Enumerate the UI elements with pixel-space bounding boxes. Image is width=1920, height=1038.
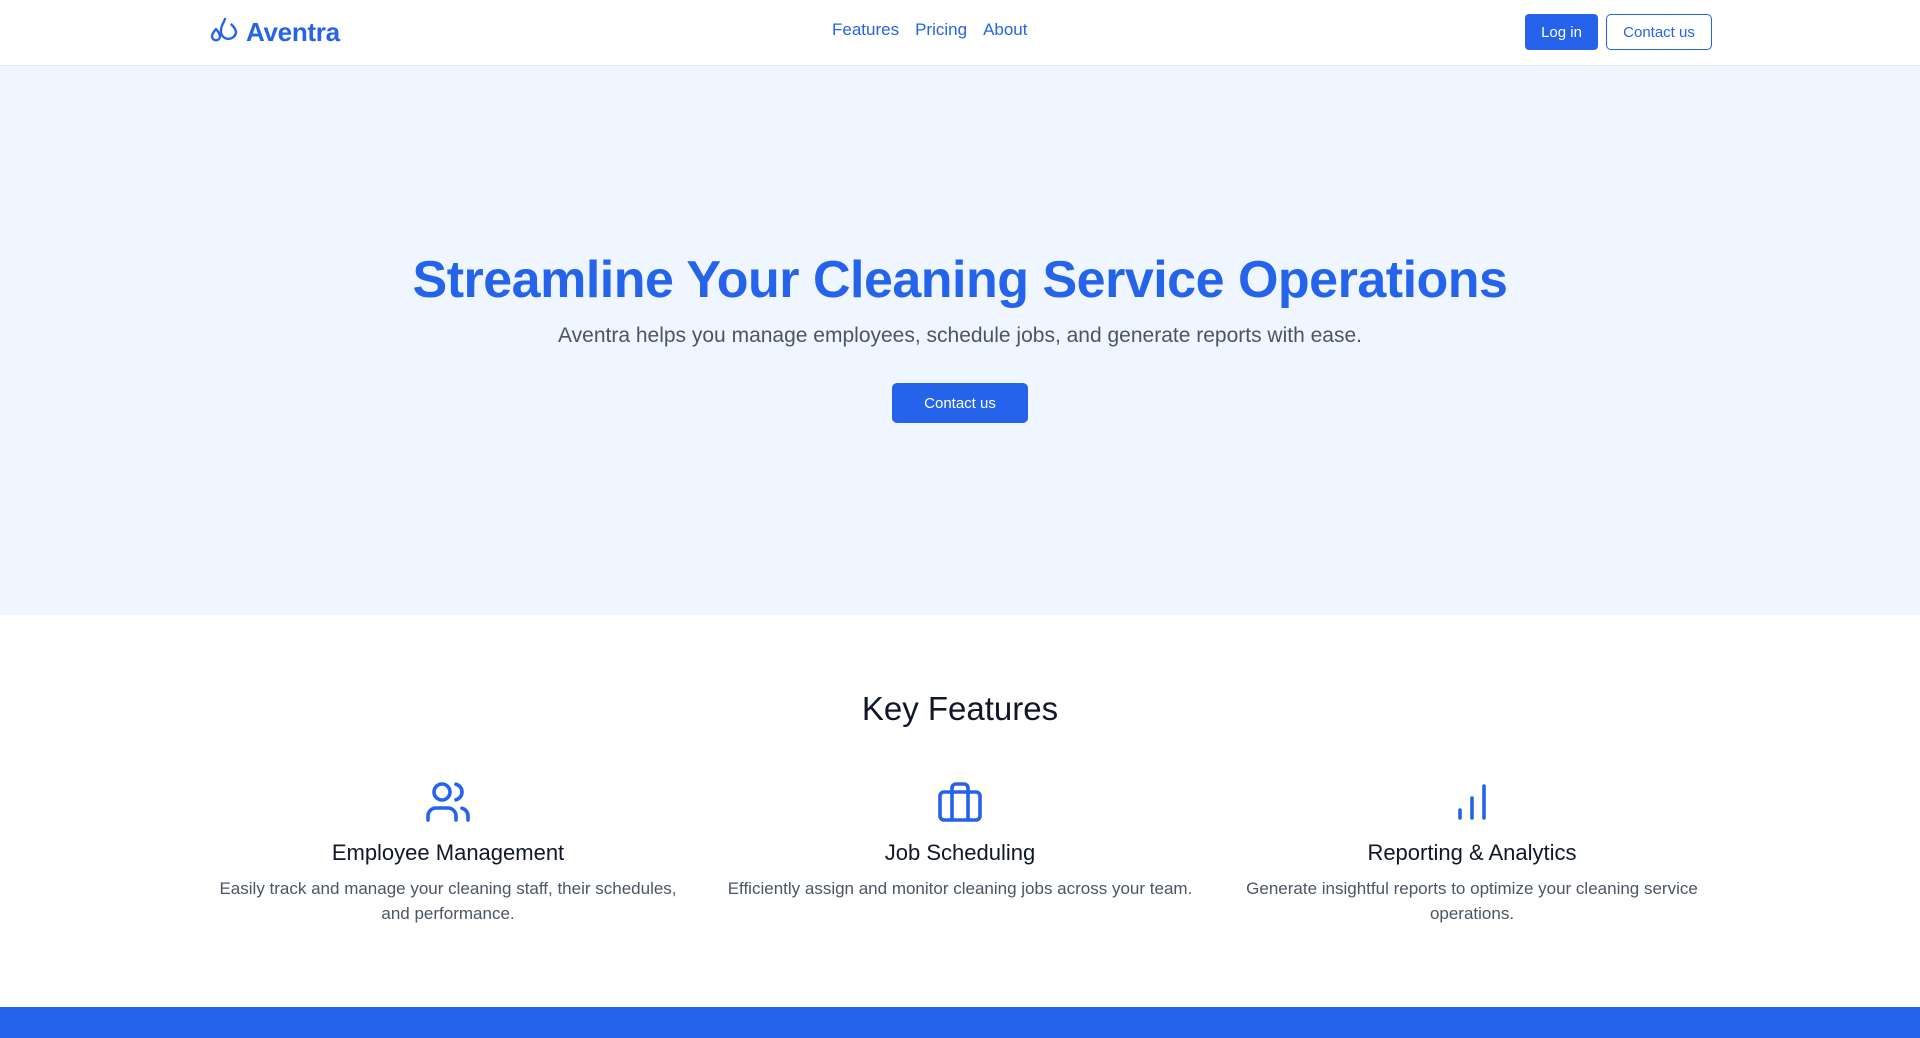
header-contact-button[interactable]: Contact us (1606, 14, 1712, 50)
site-header: Aventra Features Pricing About Log in Co… (0, 0, 1920, 66)
feature-description: Easily track and manage your cleaning st… (219, 879, 677, 923)
feature-title: Reporting & Analytics (1367, 840, 1577, 865)
hero-title: Streamline Your Cleaning Service Operati… (412, 251, 1508, 309)
feature-card-employee-management: Employee Management Easily track and man… (208, 778, 688, 926)
feature-card-job-scheduling: Job Scheduling Efficiently assign and mo… (720, 778, 1200, 901)
hero-contact-button[interactable]: Contact us (892, 383, 1028, 423)
feature-title: Employee Management (331, 840, 565, 865)
bar-chart-icon (1232, 778, 1712, 826)
hero-section: Streamline Your Cleaning Service Operati… (0, 66, 1920, 615)
users-icon (208, 778, 688, 826)
hero-subtitle: Aventra helps you manage employees, sche… (558, 324, 1362, 347)
feature-card-reporting-analytics: Reporting & Analytics Generate insightfu… (1232, 778, 1712, 926)
brand-name: Aventra (246, 16, 340, 47)
login-button[interactable]: Log in (1525, 14, 1598, 50)
brand-logo[interactable]: Aventra (208, 15, 340, 49)
nav-link-about[interactable]: About (983, 20, 1027, 40)
features-heading: Key Features (861, 690, 1059, 727)
briefcase-icon (720, 778, 1200, 826)
footer-band (0, 1007, 1920, 1038)
nav-link-features[interactable]: Features (832, 20, 899, 40)
main-nav: Features Pricing About (832, 20, 1028, 40)
feature-description: Efficiently assign and monitor cleaning … (727, 879, 1193, 898)
nav-link-pricing[interactable]: Pricing (915, 20, 967, 40)
droplets-icon (208, 15, 238, 49)
feature-title: Job Scheduling (884, 840, 1036, 865)
feature-description: Generate insightful reports to optimize … (1246, 879, 1698, 923)
